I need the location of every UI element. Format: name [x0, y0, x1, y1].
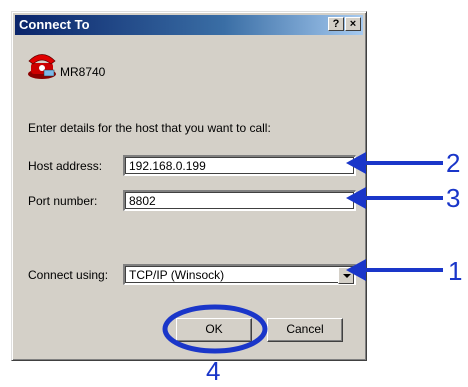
callout-number-port-number: 3: [446, 183, 461, 213]
arrow-icon-connect-using: [346, 259, 443, 281]
ok-button-highlight: [162, 304, 268, 354]
arrow-icon-port-number: [346, 187, 443, 209]
callout-number-connect-using: 1: [448, 256, 463, 286]
callout-number-host-address: 2: [446, 148, 461, 178]
callout-number-ok-button: 4: [206, 356, 221, 386]
callout-overlay: [162, 152, 443, 354]
arrow-icon-host-address: [346, 152, 443, 174]
